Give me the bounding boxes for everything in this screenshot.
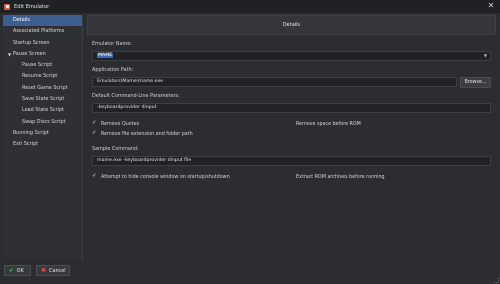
sidebar-item-details[interactable]: Details <box>3 15 82 27</box>
panel-header: Details <box>87 15 496 35</box>
sidebar-item-swap-discs-script[interactable]: Swap Discs Script <box>3 117 82 128</box>
checkbox-check-icon[interactable] <box>92 173 97 180</box>
remove-space-checkbox[interactable]: Remove space before ROM <box>287 122 361 127</box>
title-bar: Edit Emulator ✕ <box>0 0 500 13</box>
hide-console-checkbox[interactable]: Attempt to hide console window on startu… <box>92 173 230 180</box>
remove-extension-checkbox[interactable]: Remove file extension and folder path <box>92 130 193 137</box>
sidebar-item-label: Details <box>13 17 30 23</box>
checkbox-label: Remove file extension and folder path <box>101 132 193 137</box>
application-path-label: Application Path: <box>92 67 134 73</box>
sidebar-item-label: Load State Script <box>22 107 64 114</box>
sidebar-item-label: Pause Screen <box>13 50 46 57</box>
command-line-input[interactable]: -keyboardprovider dinput <box>92 103 491 113</box>
checkbox-box-icon[interactable] <box>287 122 292 127</box>
sidebar-item-reset-game-script[interactable]: Reset Game Script <box>3 83 82 94</box>
close-icon[interactable]: ✕ <box>486 1 496 11</box>
sidebar-item-resume-script[interactable]: Resume Script <box>3 71 82 82</box>
remove-quotes-checkbox[interactable]: Remove Quotes <box>92 120 140 127</box>
sidebar-item-pause-screen[interactable]: ▼ Pause Screen <box>3 49 82 60</box>
sidebar-item-label: Resume Script <box>22 73 58 80</box>
sidebar-item-associated-platforms[interactable]: Associated Platforms <box>3 26 82 37</box>
sidebar-item-label: Startup Screen <box>13 39 50 46</box>
checkbox-label: Extract ROM archives before running <box>296 175 385 180</box>
browse-button[interactable]: Browse... <box>460 77 491 88</box>
sidebar-item-load-state-script[interactable]: Load State Script <box>3 105 82 116</box>
ok-label: OK <box>16 267 24 274</box>
dialog-footer: ✔ OK ✖ Cancel <box>0 262 500 284</box>
checkbox-label: Remove space before ROM <box>296 122 361 127</box>
sidebar-item-label: Associated Platforms <box>13 28 65 35</box>
chevron-down-icon[interactable]: ▼ <box>484 52 487 60</box>
command-line-label: Default Command-Line Parameters: <box>92 93 180 99</box>
sidebar-item-running-script[interactable]: Running Script <box>3 128 82 139</box>
emulator-name-dropdown[interactable]: MAME ▼ <box>92 51 491 61</box>
details-panel: Details Emulator Name: MAME ▼ Applicatio… <box>87 15 496 260</box>
checkbox-check-icon[interactable] <box>92 120 97 127</box>
emulator-name-value: MAME <box>97 53 114 58</box>
ok-button[interactable]: ✔ OK <box>4 265 31 276</box>
sidebar: Details Associated Platforms Startup Scr… <box>3 15 83 260</box>
sidebar-item-label: Pause Script <box>22 62 53 69</box>
expand-arrow-icon[interactable]: ▼ <box>8 49 11 60</box>
sidebar-item-label: Running Script <box>13 129 49 136</box>
sidebar-item-label: Swap Discs Script <box>22 118 66 125</box>
sidebar-item-startup-screen[interactable]: Startup Screen <box>3 38 82 49</box>
cancel-x-icon: ✖ <box>41 267 47 274</box>
checkbox-label: Attempt to hide console window on startu… <box>101 175 230 180</box>
app-icon <box>4 3 10 10</box>
application-path-input[interactable]: Emulators\Mame\mame.exe <box>92 77 457 87</box>
sidebar-item-pause-script[interactable]: Pause Script <box>3 60 82 71</box>
checkbox-box-icon[interactable] <box>287 175 292 180</box>
sidebar-item-label: Reset Game Script <box>22 84 68 91</box>
sample-command-field: mame.exe -keyboardprovider dinput file <box>92 156 491 166</box>
window-title: Edit Emulator <box>14 3 50 10</box>
sidebar-item-exit-script[interactable]: Exit Script <box>3 139 82 150</box>
resize-grip-icon[interactable] <box>494 278 499 283</box>
checkmark-icon: ✔ <box>9 267 14 274</box>
cancel-button[interactable]: ✖ Cancel <box>36 265 70 276</box>
emulator-name-label: Emulator Name: <box>92 41 132 47</box>
checkbox-check-icon[interactable] <box>92 130 97 137</box>
cancel-label: Cancel <box>49 267 66 274</box>
sample-command-label: Sample Command: <box>92 146 139 152</box>
sidebar-item-label: Exit Script <box>13 141 39 148</box>
extract-rom-checkbox[interactable]: Extract ROM archives before running <box>287 175 385 180</box>
checkbox-label: Remove Quotes <box>101 122 140 127</box>
sidebar-item-label: Save State Script <box>22 96 65 103</box>
sidebar-item-save-state-script[interactable]: Save State Script <box>3 94 82 105</box>
